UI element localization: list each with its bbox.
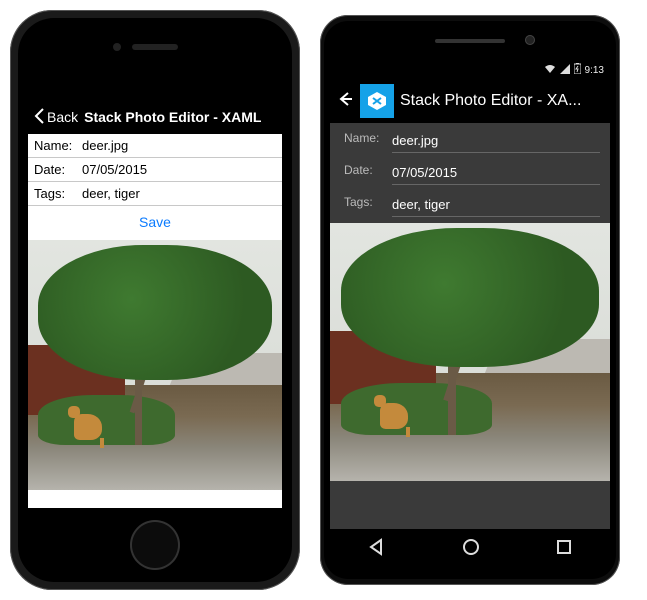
android-screen: 9:13 Stack Photo Editor - XA... Name: [330, 61, 610, 569]
ios-nav-bar: Back Stack Photo Editor - XAML [28, 100, 282, 134]
android-action-bar: Stack Photo Editor - XA... [330, 79, 610, 123]
signal-icon [560, 64, 570, 77]
iphone-screen: Back Stack Photo Editor - XAML Name: Dat… [28, 82, 282, 508]
page-title: Stack Photo Editor - XA... [400, 92, 604, 110]
back-label: Back [47, 109, 78, 125]
android-status-bar: 9:13 [330, 61, 610, 79]
iphone-device: Back Stack Photo Editor - XAML Name: Dat… [10, 10, 300, 590]
chevron-left-icon [34, 108, 47, 127]
name-row: Name: [28, 134, 282, 158]
front-camera [525, 35, 535, 45]
back-arrow-icon[interactable] [336, 90, 354, 113]
name-input[interactable] [392, 131, 600, 153]
android-device: 9:13 Stack Photo Editor - XA... Name: [320, 15, 620, 585]
date-label: Date: [344, 163, 388, 185]
status-time: 9:13 [585, 65, 604, 76]
nav-home-icon[interactable] [461, 537, 481, 562]
android-system-nav [330, 529, 610, 569]
home-button[interactable] [130, 520, 180, 570]
tags-input[interactable] [82, 186, 276, 201]
tags-label: Tags: [34, 186, 82, 201]
name-label: Name: [34, 138, 82, 153]
photo-preview [28, 240, 282, 490]
date-input[interactable] [392, 163, 600, 185]
tags-row: Tags: [28, 182, 282, 206]
front-camera [113, 43, 121, 51]
wifi-icon [544, 64, 556, 77]
tags-row: Tags: [330, 187, 610, 219]
date-row: Date: [330, 155, 610, 187]
date-row: Date: [28, 158, 282, 182]
android-form: Name: Date: Tags: [330, 123, 610, 529]
date-label: Date: [34, 162, 82, 177]
nav-back-icon[interactable] [367, 537, 387, 562]
earpiece [132, 44, 178, 50]
ios-form: Name: Date: Tags: Save [28, 134, 282, 240]
speaker [435, 39, 505, 43]
battery-icon [574, 63, 581, 77]
tags-input[interactable] [392, 195, 600, 217]
photo-preview [330, 223, 610, 481]
nav-recent-icon[interactable] [555, 538, 573, 561]
date-input[interactable] [82, 162, 276, 177]
iphone-body: Back Stack Photo Editor - XAML Name: Dat… [18, 18, 292, 582]
name-label: Name: [344, 131, 388, 153]
deer-icon [74, 414, 102, 440]
name-row: Name: [330, 123, 610, 155]
name-input[interactable] [82, 138, 276, 153]
app-logo [360, 84, 394, 118]
back-button[interactable]: Back [28, 108, 84, 127]
android-body: 9:13 Stack Photo Editor - XA... Name: [324, 21, 616, 579]
deer-icon [380, 403, 408, 429]
page-title: Stack Photo Editor - XAML [84, 109, 261, 125]
ios-status-bar [28, 82, 282, 100]
save-button[interactable]: Save [28, 206, 282, 240]
tags-label: Tags: [344, 195, 388, 217]
